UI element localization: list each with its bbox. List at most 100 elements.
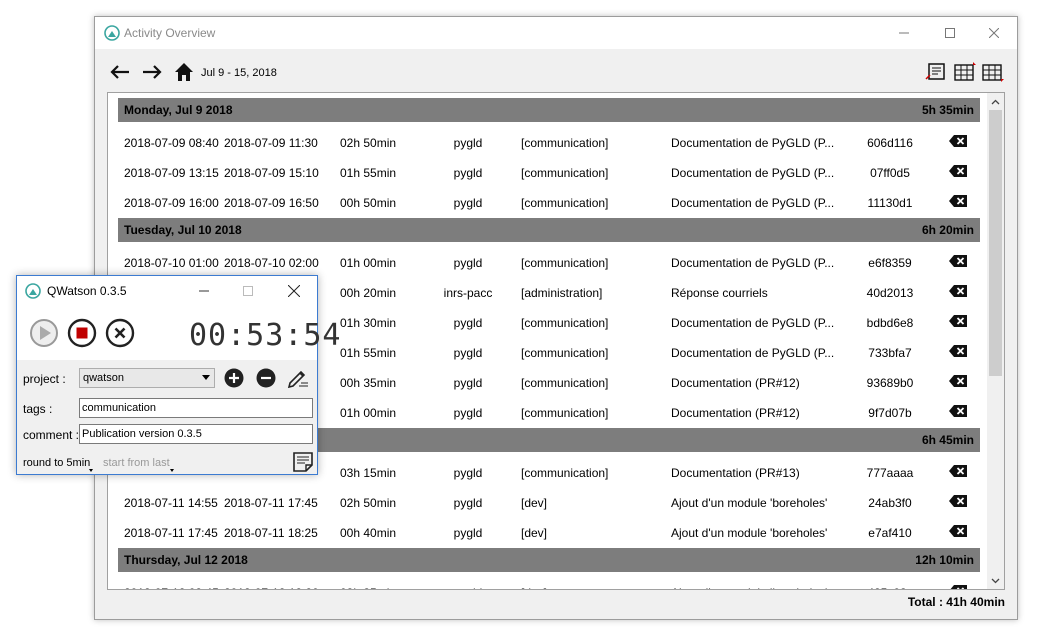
comment-cell[interactable]: Réponse courriels [671,286,768,300]
end-time-cell[interactable]: 2018-07-12 12:20 [224,586,319,589]
minimize-button[interactable] [881,17,927,49]
delete-row-button[interactable] [948,464,970,480]
tags-cell[interactable]: [communication] [521,376,608,390]
comment-cell[interactable]: Documentation (PR#13) [671,466,800,480]
project-cell[interactable]: pygld [424,526,512,540]
end-time-cell[interactable]: 2018-07-09 16:50 [224,196,319,210]
tags-cell[interactable]: [dev] [521,496,547,510]
edit-icon[interactable] [287,368,309,388]
comment-input[interactable]: Publication version 0.3.5 [79,424,313,444]
delete-row-button[interactable] [948,494,970,510]
comment-cell[interactable]: Ajout d'un module 'boreholes' [671,586,827,589]
close-button[interactable] [971,17,1017,49]
stop-icon[interactable] [67,318,97,348]
comment-cell[interactable]: Documentation de PyGLD (P... [671,256,834,270]
end-time-cell[interactable]: 2018-07-11 17:45 [224,496,318,510]
start-from-dropdown[interactable]: start from last [103,457,170,469]
home-button[interactable] [173,62,195,82]
tags-cell[interactable]: [communication] [521,166,608,180]
start-time-cell[interactable]: 2018-07-10 01:00 [124,256,219,270]
comment-cell[interactable]: Documentation de PyGLD (P... [671,166,834,180]
notes-icon[interactable] [293,452,313,472]
activity-row[interactable]: 2018-07-09 16:00 2018-07-09 16:50 00h 50mi… [118,188,980,218]
project-cell[interactable]: pygld [424,166,512,180]
activity-row[interactable]: 2018-07-11 14:55 2018-07-11 17:45 02h 50mi… [118,488,980,518]
project-cell[interactable]: pygld [424,376,512,390]
qw-maximize-button[interactable] [225,276,271,306]
scroll-down-button[interactable] [987,572,1004,589]
notes-view-button[interactable] [925,61,947,83]
vertical-scrollbar[interactable] [987,93,1004,589]
delete-row-button[interactable] [948,374,970,390]
delete-row-button[interactable] [948,194,970,210]
project-cell[interactable]: inrs-pacc [424,286,512,300]
scroll-up-button[interactable] [987,93,1004,110]
comment-cell[interactable]: Documentation (PR#12) [671,406,800,420]
start-time-cell[interactable]: 2018-07-09 16:00 [124,196,219,210]
tags-cell[interactable]: [communication] [521,346,608,360]
table-view-button[interactable] [953,61,977,83]
delete-row-button[interactable] [948,284,970,300]
comment-cell[interactable]: Documentation de PyGLD (P... [671,346,834,360]
end-time-cell[interactable]: 2018-07-09 11:30 [224,136,318,150]
comment-cell[interactable]: Ajout d'un module 'boreholes' [671,526,827,540]
activity-row[interactable]: 2018-07-09 08:40 2018-07-09 11:30 02h 50mi… [118,128,980,158]
project-cell[interactable]: pygld [424,466,512,480]
project-cell[interactable]: pygld [424,136,512,150]
activity-row[interactable]: 2018-07-11 17:45 2018-07-11 18:25 00h 40mi… [118,518,980,548]
tags-cell[interactable]: [dev] [521,586,547,589]
round-to-dropdown[interactable]: round to 5min [23,457,90,469]
delete-row-button[interactable] [948,584,970,589]
plus-icon[interactable] [224,368,244,388]
minus-icon[interactable] [256,368,276,388]
delete-row-button[interactable] [948,524,970,540]
qw-minimize-button[interactable] [181,276,227,306]
tags-cell[interactable]: [communication] [521,466,608,480]
project-dropdown[interactable]: qwatson [79,368,215,388]
delete-row-button[interactable] [948,254,970,270]
tags-cell[interactable]: [communication] [521,136,608,150]
scrollbar-thumb[interactable] [989,110,1002,376]
delete-row-button[interactable] [948,164,970,180]
play-icon[interactable] [29,318,59,348]
start-time-cell[interactable]: 2018-07-09 13:15 [124,166,219,180]
project-cell[interactable]: pygld [424,256,512,270]
project-cell[interactable]: pygld [424,496,512,510]
tags-cell[interactable]: [dev] [521,526,547,540]
project-cell[interactable]: pygld [424,346,512,360]
start-time-cell[interactable]: 2018-07-11 14:55 [124,496,218,510]
forward-button[interactable] [141,63,163,81]
qw-close-button[interactable] [271,276,317,306]
delete-row-button[interactable] [948,134,970,150]
delete-row-button[interactable] [948,404,970,420]
activity-row[interactable]: 2018-07-12 08:45 2018-07-12 12:20 03h 35mi… [118,578,980,589]
project-cell[interactable]: pygld [424,406,512,420]
back-button[interactable] [109,63,131,81]
project-cell[interactable]: pygld [424,316,512,330]
tags-cell[interactable]: [communication] [521,406,608,420]
end-time-cell[interactable]: 2018-07-10 02:00 [224,256,319,270]
end-time-cell[interactable]: 2018-07-11 18:25 [224,526,318,540]
start-time-cell[interactable]: 2018-07-09 08:40 [124,136,219,150]
project-cell[interactable]: pygld [424,196,512,210]
maximize-button[interactable] [927,17,973,49]
comment-cell[interactable]: Documentation de PyGLD (P... [671,136,834,150]
delete-row-button[interactable] [948,314,970,330]
tags-cell[interactable]: [communication] [521,316,608,330]
start-time-cell[interactable]: 2018-07-12 08:45 [124,586,219,589]
end-time-cell[interactable]: 2018-07-09 15:10 [224,166,319,180]
delete-row-button[interactable] [948,344,970,360]
comment-cell[interactable]: Documentation (PR#12) [671,376,800,390]
comment-cell[interactable]: Documentation de PyGLD (P... [671,196,834,210]
comment-cell[interactable]: Ajout d'un module 'boreholes' [671,496,827,510]
project-cell[interactable]: pygld [424,586,512,589]
start-time-cell[interactable]: 2018-07-11 17:45 [124,526,218,540]
tags-input[interactable]: communication [79,398,313,418]
tags-cell[interactable]: [communication] [521,196,608,210]
cancel-icon[interactable] [105,318,135,348]
table-view-alt-button[interactable] [981,61,1005,83]
tags-cell[interactable]: [administration] [521,286,602,300]
comment-cell[interactable]: Documentation de PyGLD (P... [671,316,834,330]
activity-row[interactable]: 2018-07-10 01:00 2018-07-10 02:00 01h 00mi… [118,248,980,278]
tags-cell[interactable]: [communication] [521,256,608,270]
